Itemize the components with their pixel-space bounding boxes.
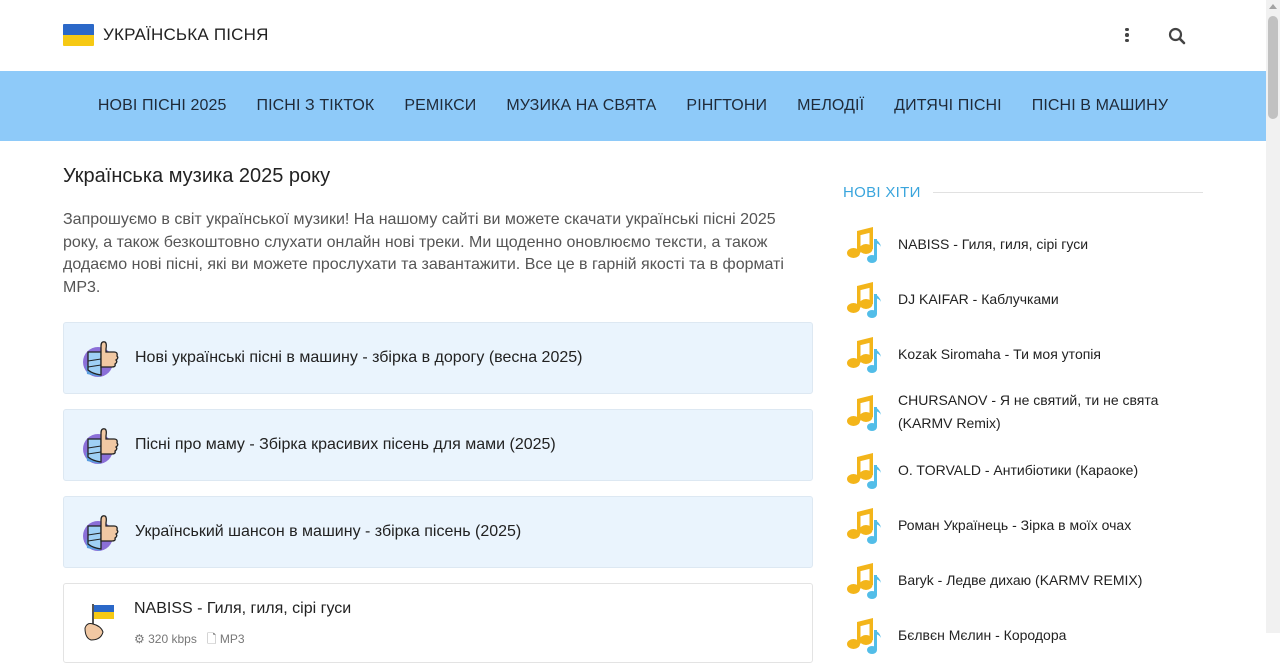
search-icon[interactable]	[1167, 26, 1187, 46]
sidebar-title: НОВІ ХІТИ	[843, 183, 921, 201]
ukraine-flag-icon	[63, 24, 94, 46]
song-bitrate: 320 kbps	[148, 632, 197, 646]
hit-item[interactable]: O. TORVALD - Антибіотики (Караоке)	[843, 449, 1203, 491]
nav-car-songs[interactable]: ПІСНІ В МАШИНУ	[1032, 97, 1168, 115]
music-note-icon	[843, 391, 885, 433]
hit-title[interactable]: Kozak Siromaha - Ти моя утопія	[898, 343, 1101, 366]
main-content: Українська музика 2025 року Запрошуємо в…	[63, 160, 813, 663]
hit-item[interactable]: Роман Українець - Зірка в моїх очах	[843, 504, 1203, 546]
music-note-icon	[843, 504, 885, 546]
song-format: MP3	[219, 632, 245, 646]
hit-title[interactable]: CHURSANOV - Я не святий, ти не свята (KA…	[898, 389, 1178, 435]
nav-tiktok-songs[interactable]: ПІСНІ З ТІКТОК	[257, 97, 375, 115]
hand-flag-icon	[79, 600, 121, 642]
intro-text: Запрошуємо в світ української музики! На…	[63, 211, 784, 296]
music-note-icon	[843, 333, 885, 375]
collection-title[interactable]: Нові українські пісні в машину - збірка …	[135, 349, 582, 367]
sidebar-header: НОВІ ХІТИ	[843, 176, 1203, 208]
hit-item[interactable]: CHURSANOV - Я не святий, ти не свята (KA…	[843, 389, 1203, 435]
music-note-icon	[843, 614, 885, 656]
nav-kids-songs[interactable]: ДИТЯЧІ ПІСНІ	[894, 97, 1002, 115]
nav-holiday-music[interactable]: МУЗИКА НА СВЯТА	[506, 97, 656, 115]
song-title[interactable]: NABISS - Гиля, гиля, сірі гуси	[134, 600, 351, 618]
collection-card[interactable]: Пісні про маму - Збірка красивих пісень …	[63, 409, 813, 481]
more-vertical-icon[interactable]	[1117, 25, 1137, 45]
nav-remixes[interactable]: РЕМІКСИ	[404, 97, 476, 115]
hit-title[interactable]: NABISS - Гиля, гиля, сірі гуси	[898, 233, 1088, 256]
thumbs-up-icon	[79, 424, 121, 466]
collection-card[interactable]: Український шансон в машину - збірка піс…	[63, 496, 813, 568]
collection-title[interactable]: Український шансон в машину - збірка піс…	[135, 523, 521, 541]
song-meta: ⚙ 320 kbps 🗋 MP3	[134, 630, 245, 651]
sidebar-divider	[932, 191, 1203, 193]
sidebar-new-hits: НОВІ ХІТИ NABISS - Гиля, гиля, сірі гуси…	[843, 176, 1203, 208]
nav-melodies[interactable]: МЕЛОДІЇ	[797, 97, 864, 115]
site-header: УКРАЇНСЬКА ПІСНЯ	[0, 0, 1266, 71]
file-icon: 🗋	[206, 632, 217, 646]
gear-icon: ⚙	[134, 632, 145, 646]
hit-title[interactable]: Baryk - Ледве дихаю (KARMV REMIX)	[898, 569, 1142, 592]
flag-blue-stripe	[63, 24, 94, 35]
hit-item[interactable]: DJ KAIFAR - Каблучками	[843, 278, 1203, 320]
music-note-icon	[843, 223, 885, 265]
scroll-up-arrow-icon[interactable]	[1269, 4, 1277, 9]
hit-title[interactable]: O. TORVALD - Антибіотики (Караоке)	[898, 459, 1138, 482]
song-item[interactable]: NABISS - Гиля, гиля, сірі гуси ⚙ 320 kbp…	[63, 583, 813, 663]
hit-item[interactable]: Kozak Siromaha - Ти моя утопія	[843, 333, 1203, 375]
music-note-icon	[843, 559, 885, 601]
hit-item[interactable]: Baryk - Ледве дихаю (KARMV REMIX)	[843, 559, 1203, 601]
collection-title[interactable]: Пісні про маму - Збірка красивих пісень …	[135, 436, 556, 454]
hit-item[interactable]: NABISS - Гиля, гиля, сірі гуси	[843, 223, 1203, 265]
music-note-icon	[843, 449, 885, 491]
page-scrollbar[interactable]	[1266, 0, 1280, 633]
thumbs-up-icon	[79, 511, 121, 553]
hit-item[interactable]: Бєлвєн Мєлин - Кородора	[843, 614, 1203, 656]
flag-yellow-stripe	[63, 35, 94, 46]
site-title[interactable]: УКРАЇНСЬКА ПІСНЯ	[103, 25, 269, 45]
main-navigation: НОВІ ПІСНІ 2025 ПІСНІ З ТІКТОК РЕМІКСИ М…	[0, 71, 1266, 141]
hit-title[interactable]: DJ KAIFAR - Каблучками	[898, 288, 1059, 311]
scrollbar-thumb[interactable]	[1268, 16, 1278, 119]
nav-ringtones[interactable]: РІНГТОНИ	[686, 97, 767, 115]
music-note-icon	[843, 278, 885, 320]
thumbs-up-icon	[79, 337, 121, 379]
collection-card[interactable]: Нові українські пісні в машину - збірка …	[63, 322, 813, 394]
page-title: Українська музика 2025 року	[63, 165, 331, 187]
site-logo[interactable]: УКРАЇНСЬКА ПІСНЯ	[63, 24, 269, 46]
hit-title[interactable]: Бєлвєн Мєлин - Кородора	[898, 624, 1066, 647]
hit-title[interactable]: Роман Українець - Зірка в моїх очах	[898, 514, 1131, 537]
nav-new-songs-2025[interactable]: НОВІ ПІСНІ 2025	[98, 97, 227, 115]
